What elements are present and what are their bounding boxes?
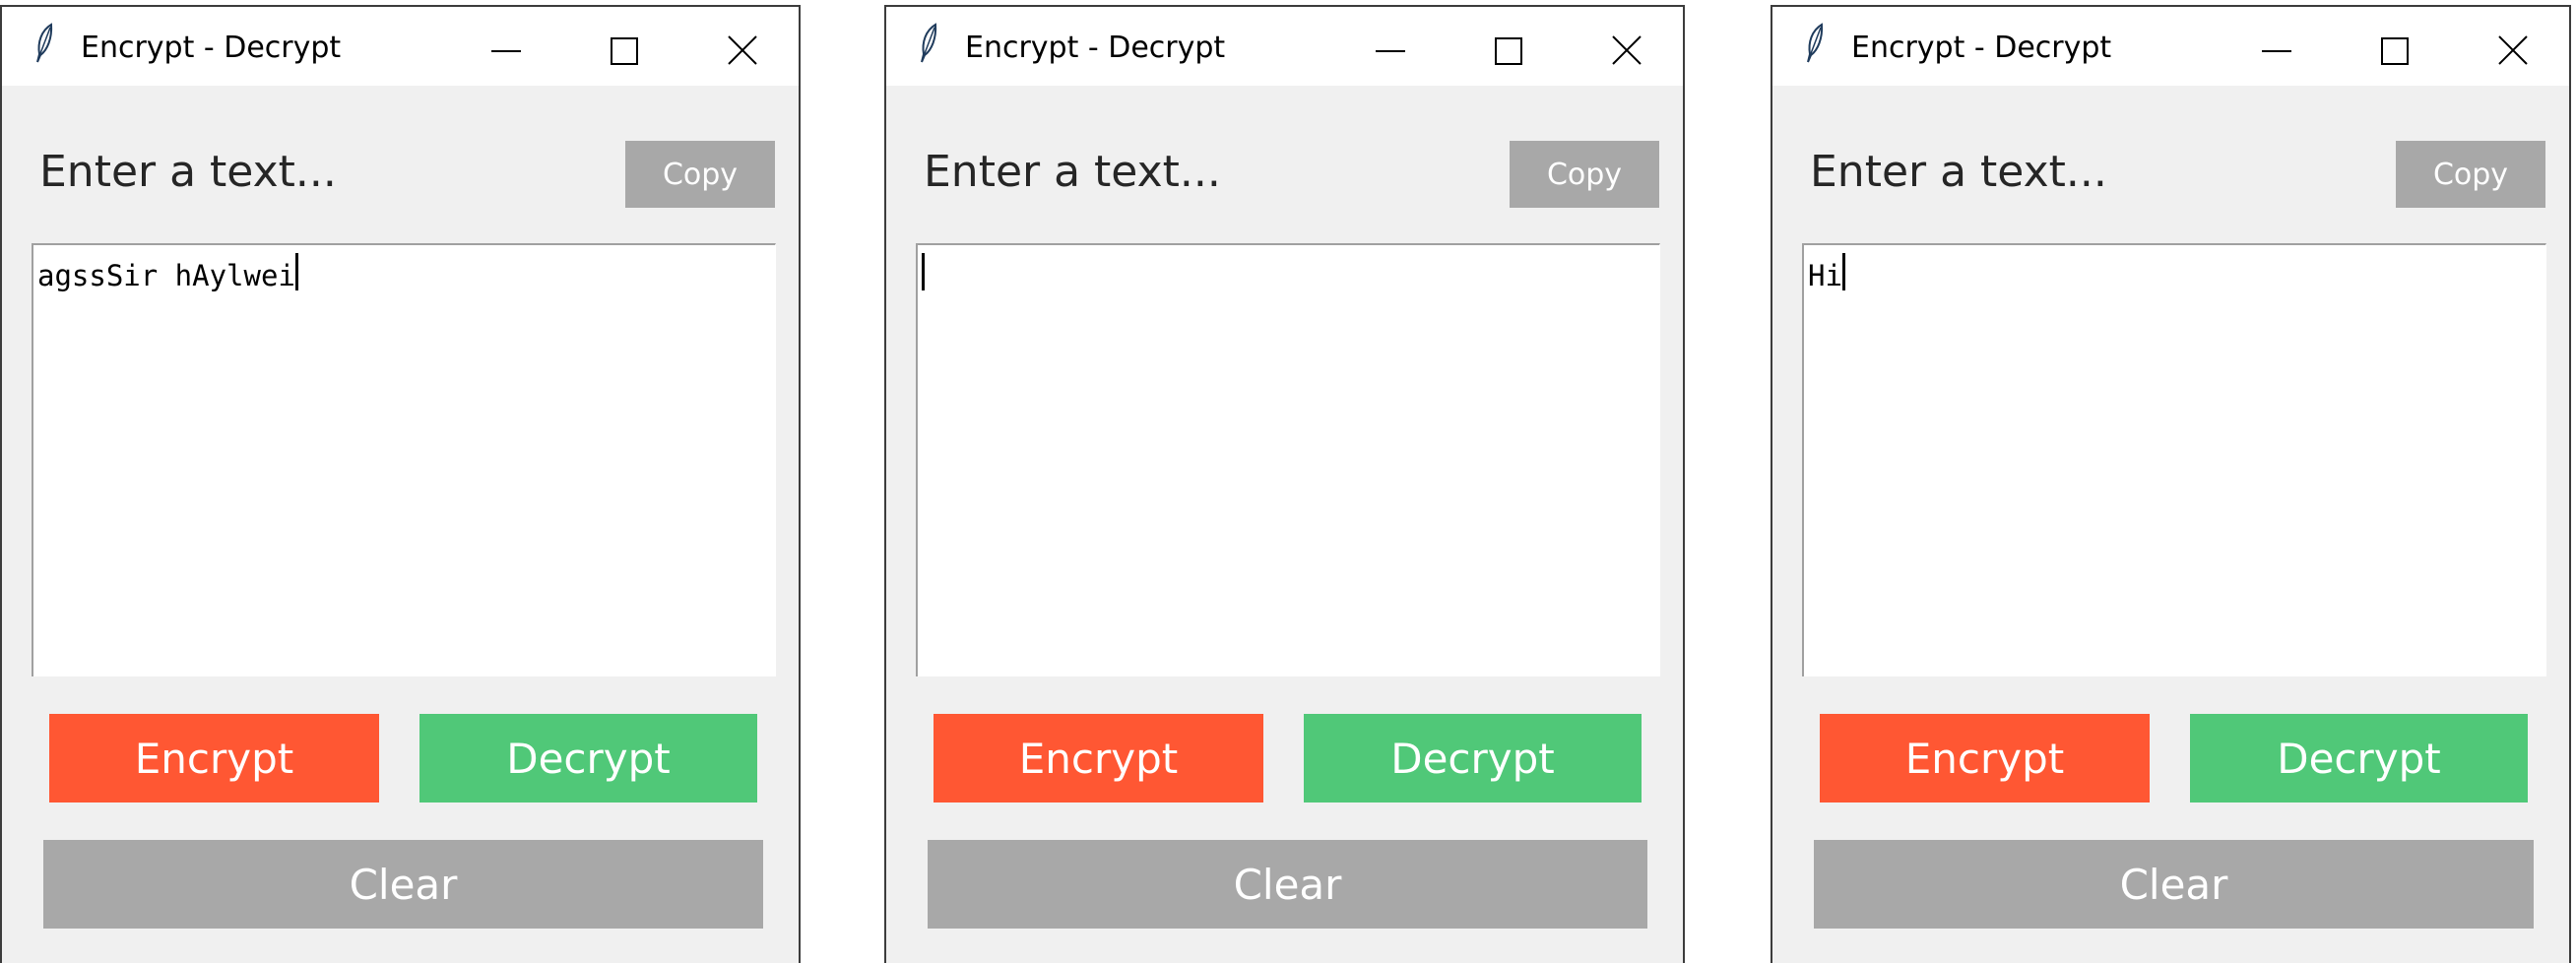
- close-icon[interactable]: [2481, 21, 2541, 80]
- minimize-icon[interactable]: [2235, 21, 2294, 80]
- text-input-value: agssSir hAylwei: [37, 259, 295, 292]
- close-icon[interactable]: [711, 21, 770, 80]
- feather-icon: [1807, 23, 1824, 63]
- window-title: Encrypt - Decrypt: [965, 31, 1226, 65]
- clear-button[interactable]: Clear: [43, 840, 763, 929]
- encrypt-button[interactable]: Encrypt: [934, 714, 1263, 802]
- copy-button[interactable]: Copy: [1510, 141, 1659, 208]
- window-title: Encrypt - Decrypt: [1851, 31, 2112, 65]
- clear-button[interactable]: Clear: [928, 840, 1647, 929]
- decrypt-button[interactable]: Decrypt: [2190, 714, 2528, 802]
- encrypt-button[interactable]: Encrypt: [49, 714, 379, 802]
- text-caret: [922, 253, 925, 290]
- decrypt-button[interactable]: Decrypt: [1304, 714, 1642, 802]
- prompt-label: Enter a text...: [1810, 147, 2107, 197]
- close-icon[interactable]: [1595, 21, 1654, 80]
- minimize-icon[interactable]: [1349, 21, 1408, 80]
- minimize-icon[interactable]: [465, 21, 524, 80]
- app-window-2: Encrypt - Decrypt Enter a text... Copy E…: [884, 5, 1685, 963]
- text-caret: [1841, 253, 1845, 290]
- text-input-area[interactable]: [916, 243, 1660, 676]
- text-input-value: Hi: [1808, 259, 1842, 292]
- decrypt-button[interactable]: Decrypt: [419, 714, 757, 802]
- title-bar[interactable]: Encrypt - Decrypt: [2, 7, 799, 86]
- feather-icon: [921, 23, 937, 63]
- text-input-area[interactable]: Hi: [1802, 243, 2546, 676]
- app-window-3: Encrypt - Decrypt Enter a text... Copy H…: [1771, 5, 2571, 963]
- text-caret: [294, 253, 298, 290]
- window-title: Encrypt - Decrypt: [81, 31, 342, 65]
- maximize-icon[interactable]: [593, 21, 652, 80]
- title-bar[interactable]: Encrypt - Decrypt: [886, 7, 1683, 86]
- prompt-label: Enter a text...: [924, 147, 1221, 197]
- feather-icon: [36, 23, 53, 63]
- copy-button[interactable]: Copy: [2396, 141, 2545, 208]
- maximize-icon[interactable]: [2363, 21, 2422, 80]
- app-window-1: Encrypt - Decrypt Enter a text... Copy a…: [0, 5, 801, 963]
- title-bar[interactable]: Encrypt - Decrypt: [1772, 7, 2569, 86]
- text-input-area[interactable]: agssSir hAylwei: [32, 243, 776, 676]
- prompt-label: Enter a text...: [39, 147, 337, 197]
- encrypt-button[interactable]: Encrypt: [1820, 714, 2150, 802]
- maximize-icon[interactable]: [1477, 21, 1536, 80]
- clear-button[interactable]: Clear: [1814, 840, 2534, 929]
- copy-button[interactable]: Copy: [625, 141, 775, 208]
